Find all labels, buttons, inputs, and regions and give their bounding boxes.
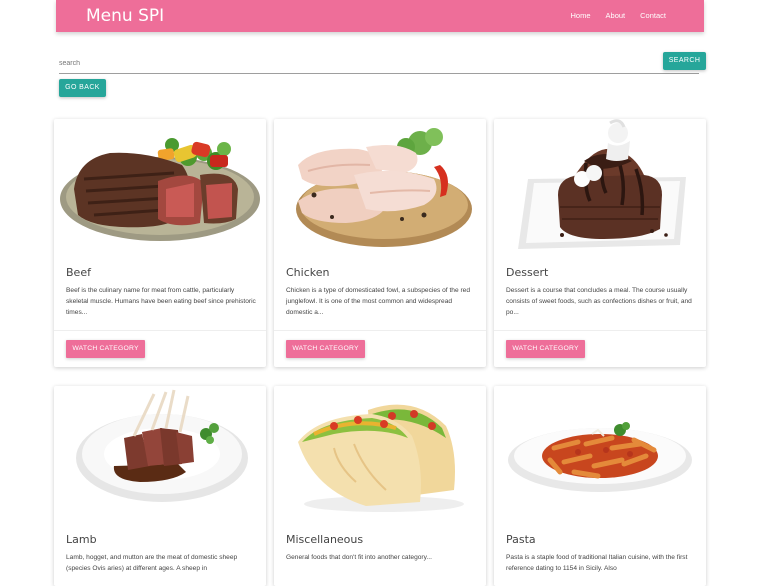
go-back-button[interactable]: GO BACK <box>59 79 106 97</box>
card-action: WATCH CATEGORY <box>54 330 266 367</box>
card-description: Lamb, hogget, and mutton are the meat of… <box>66 554 238 572</box>
category-card-miscellaneous: Miscellaneous General foods that don't f… <box>274 386 486 586</box>
tacos-image <box>298 404 464 512</box>
card-action: WATCH CATEGORY <box>494 330 706 367</box>
brand-logo[interactable]: Menu SPI <box>86 6 164 26</box>
card-description: Pasta is a staple food of traditional It… <box>506 554 688 572</box>
watch-category-button[interactable]: WATCH CATEGORY <box>66 340 145 358</box>
card-description: Dessert is a course that concludes a mea… <box>506 287 692 316</box>
card-description: Beef is the culinary name for meat from … <box>66 287 256 316</box>
search-input[interactable] <box>59 54 699 74</box>
card-title: Lamb <box>66 533 97 546</box>
chicken-image <box>296 128 472 247</box>
nav-home-link[interactable]: Home <box>571 11 591 20</box>
search-button[interactable]: SEARCH <box>663 52 706 70</box>
card-title: Dessert <box>506 266 549 279</box>
nav-about-link[interactable]: About <box>606 11 626 20</box>
category-card-dessert: Dessert Dessert is a course that conclud… <box>494 119 706 367</box>
pasta-image <box>508 422 692 492</box>
nav-links: Home About Contact <box>571 11 666 20</box>
card-action: WATCH CATEGORY <box>274 330 486 367</box>
navbar: Menu SPI Home About Contact <box>56 0 704 32</box>
lamb-image <box>76 389 248 502</box>
card-title: Pasta <box>506 533 536 546</box>
category-card-pasta: Pasta Pasta is a staple food of traditio… <box>494 386 706 586</box>
card-title: Miscellaneous <box>286 533 364 546</box>
watch-category-button[interactable]: WATCH CATEGORY <box>506 340 585 358</box>
card-title: Chicken <box>286 266 330 279</box>
beef-image <box>60 138 260 241</box>
card-title: Beef <box>66 266 91 279</box>
dessert-image <box>518 119 686 249</box>
nav-contact-link[interactable]: Contact <box>640 11 666 20</box>
watch-category-button[interactable]: WATCH CATEGORY <box>286 340 365 358</box>
card-description: Chicken is a type of domesticated fowl, … <box>286 287 470 316</box>
category-card-lamb: Lamb Lamb, hogget, and mutton are the me… <box>54 386 266 586</box>
card-description: General foods that don't fit into anothe… <box>286 554 432 561</box>
category-card-beef: Beef Beef is the culinary name for meat … <box>54 119 266 367</box>
category-card-chicken: Chicken Chicken is a type of domesticate… <box>274 119 486 367</box>
